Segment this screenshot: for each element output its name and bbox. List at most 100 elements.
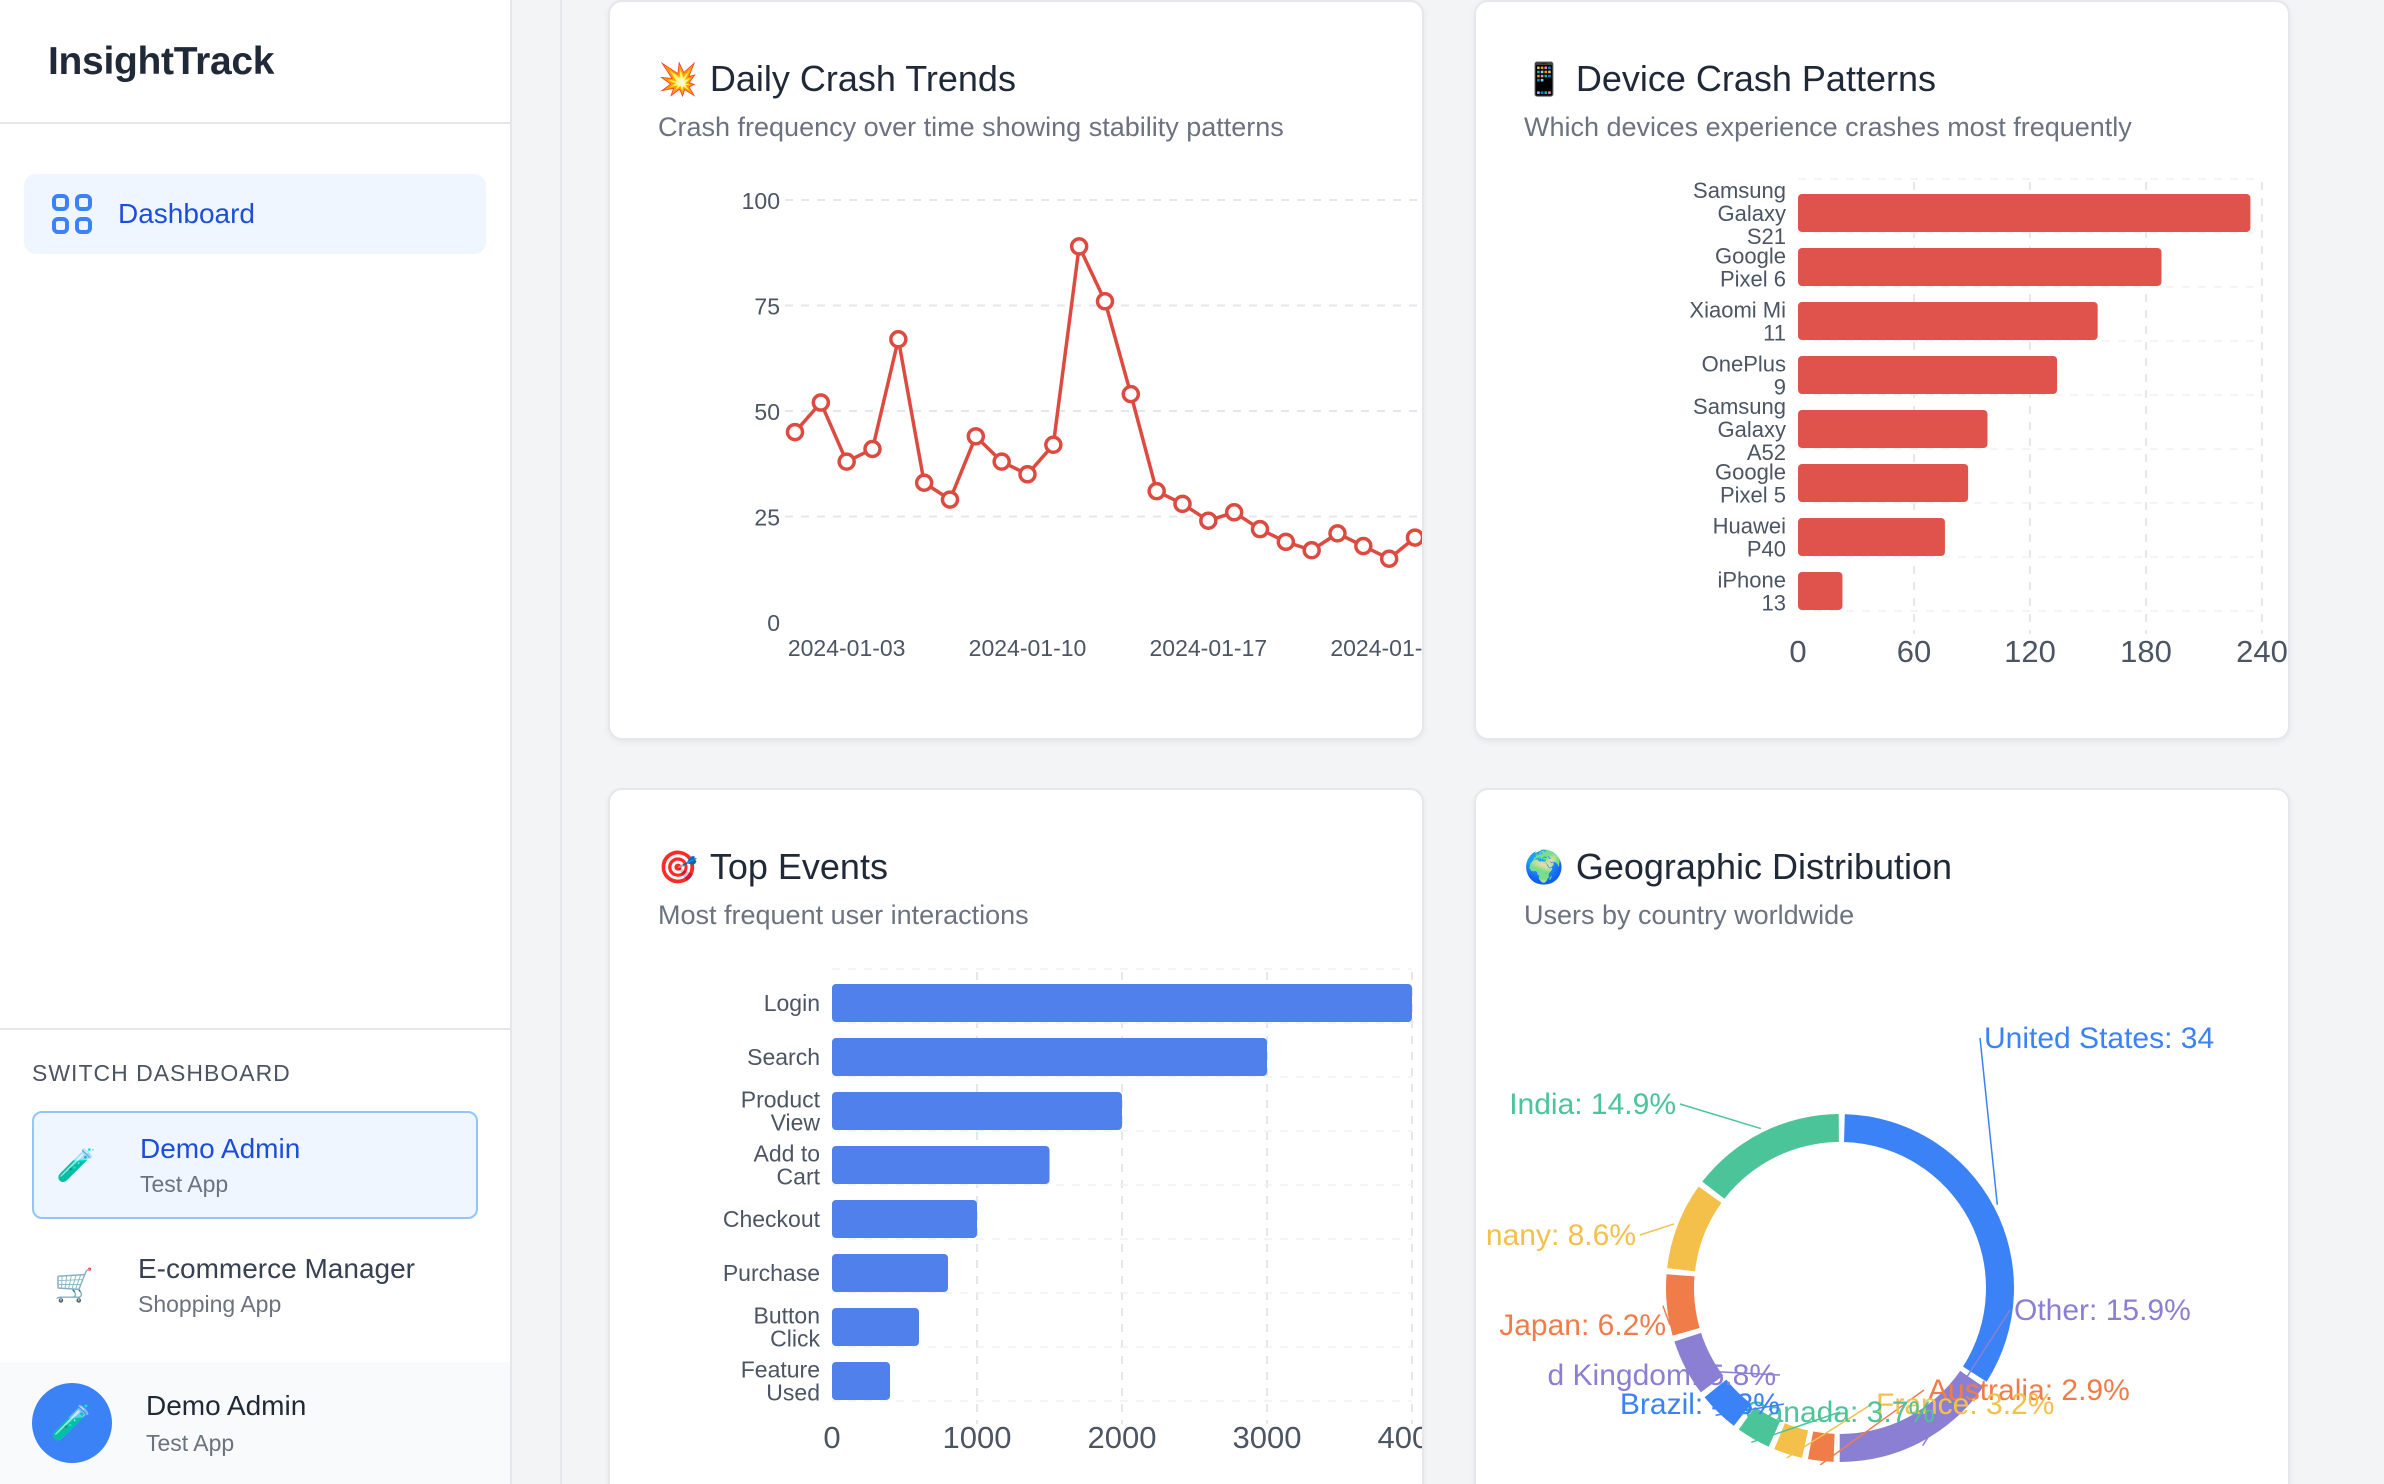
data-point <box>1250 519 1270 539</box>
category-label: P40 <box>1747 537 1786 562</box>
data-point <box>785 422 805 442</box>
slice-label: India: 14.9% <box>1509 1088 1676 1121</box>
slice-label: United States: 34 <box>1984 1022 2214 1055</box>
x-tick-label: 0 <box>823 1420 840 1455</box>
x-tick-label: 120 <box>2004 634 2056 669</box>
content-divider <box>560 0 562 1484</box>
y-tick-label: 0 <box>767 610 780 636</box>
bar <box>1798 302 2098 340</box>
category-label: Samsung <box>1693 178 1786 203</box>
crash-trends-chart: 0 25 50 75 100 2024-01-03 2024-01-10 2024-01-17… <box>742 188 1424 661</box>
dashboard-subtitle: Test App <box>140 1170 229 1197</box>
category-label: Xiaomi Mi <box>1689 298 1786 323</box>
category-label: Pixel 6 <box>1720 267 1786 292</box>
y-tick-label: 75 <box>754 294 780 320</box>
x-tick-label: 2024-01-03 <box>788 635 906 661</box>
x-tick-label: 3000 <box>1233 1420 1302 1455</box>
data-point <box>863 439 882 459</box>
sidebar-item-dashboard[interactable]: Dashboard <box>24 174 486 254</box>
category-label: Cart <box>777 1164 821 1190</box>
bar <box>832 1200 977 1238</box>
x-tick-label: 1000 <box>943 1420 1012 1455</box>
y-tick-label: 50 <box>754 399 780 425</box>
x-tick-label: 4000 <box>1378 1420 1424 1455</box>
pie-slice <box>1666 1274 1700 1336</box>
slice-label: Other: 15.9% <box>2014 1294 2191 1327</box>
user-profile[interactable]: 🧪 Demo Admin Test App <box>0 1362 510 1484</box>
top-events-card: 🎯 Top Events Most frequent user interact… <box>608 788 1424 1484</box>
category-label: Huawei <box>1713 514 1786 539</box>
category-label: Purchase <box>723 1260 820 1286</box>
data-point <box>1069 237 1089 256</box>
category-label: Galaxy <box>1718 201 1786 226</box>
y-tick-label: 25 <box>754 505 780 531</box>
switch-dashboard-section: SWITCH DASHBOARD 🧪 Demo Admin Test App 🛒… <box>0 1028 510 1351</box>
slice-label: d Kingdom: 5.8% <box>1548 1359 1776 1392</box>
bar <box>832 1092 1122 1130</box>
data-point <box>1276 532 1296 552</box>
device-crash-card: 📱 Device Crash Patterns Which devices ex… <box>1474 0 2290 740</box>
data-point <box>811 393 831 412</box>
bar <box>832 1308 919 1346</box>
data-point <box>1095 292 1115 311</box>
data-point <box>1379 549 1399 568</box>
grid-icon <box>52 194 92 234</box>
dashboard-option-demo-admin[interactable]: 🧪 Demo Admin Test App <box>32 1111 478 1219</box>
data-point <box>1328 524 1347 543</box>
category-label: Google <box>1715 244 1786 269</box>
x-tick-label: 2024-01-17 <box>1150 635 1268 661</box>
top-events-chart: 01000200030004000LoginSearchProductViewA… <box>723 968 1424 1455</box>
data-point <box>1405 528 1422 547</box>
x-tick-label: 2024-01-10 <box>969 635 1087 661</box>
data-point <box>837 452 856 471</box>
y-tick-label: 100 <box>742 188 780 214</box>
bar <box>832 984 1412 1022</box>
category-label: 13 <box>1762 591 1786 616</box>
data-point <box>1018 465 1037 484</box>
data-point <box>1224 503 1244 522</box>
avatar: 🧪 <box>32 1383 112 1463</box>
category-label: Samsung <box>1693 394 1786 419</box>
bar <box>1798 356 2058 394</box>
label-leader-line <box>1979 1037 1999 1205</box>
category-label: Used <box>766 1380 820 1406</box>
data-point <box>1302 541 1321 560</box>
shopping-cart-icon: 🛒 <box>54 1267 94 1303</box>
data-point <box>889 330 908 349</box>
x-tick-label: 60 <box>1897 634 1931 669</box>
sidebar-nav: Dashboard <box>0 124 510 254</box>
pie-slice <box>1702 1114 1839 1199</box>
dashboard-name: Demo Admin <box>140 1132 301 1164</box>
category-label: View <box>771 1110 821 1136</box>
device-crash-chart: 0 60 120 180 240SamsungGalaxyS21GooglePixel … <box>1689 178 2287 669</box>
category-label: OnePlus <box>1702 352 1786 377</box>
x-tick-label: 2024-01-24 <box>1330 635 1424 661</box>
label-leader-line <box>1639 1223 1675 1236</box>
switch-dashboard-heading: SWITCH DASHBOARD <box>32 1060 291 1086</box>
bar <box>832 1362 890 1400</box>
bar <box>1798 464 1969 502</box>
category-label: Pixel 5 <box>1720 483 1786 508</box>
x-tick-label: 2000 <box>1088 1420 1157 1455</box>
data-point <box>1044 435 1063 455</box>
data-point <box>1173 494 1192 514</box>
category-label: Checkout <box>723 1206 821 1232</box>
geo-card: 🌍 Geographic Distribution Users by count… <box>1474 788 2290 1484</box>
x-tick-label: 180 <box>2120 634 2172 669</box>
user-name: Demo Admin <box>146 1389 307 1421</box>
x-tick-label: 0 <box>1789 634 1806 669</box>
bar <box>1798 410 1988 448</box>
bar <box>1798 572 1843 610</box>
bar <box>832 1038 1267 1076</box>
bar <box>1798 518 1945 556</box>
category-label: Login <box>764 990 820 1016</box>
dashboard-option-ecommerce-manager[interactable]: 🛒 E-commerce Manager Shopping App <box>32 1231 478 1339</box>
label-leader-line <box>1679 1103 1762 1130</box>
slice-label: Japan: 6.2% <box>1499 1309 1666 1342</box>
bar <box>832 1146 1050 1184</box>
category-label: Galaxy <box>1718 417 1786 442</box>
user-subtitle: Test App <box>146 1429 235 1456</box>
test-tube-icon: 🧪 <box>56 1147 96 1183</box>
data-point <box>940 490 960 509</box>
dashboard-name: E-commerce Manager <box>138 1252 415 1284</box>
